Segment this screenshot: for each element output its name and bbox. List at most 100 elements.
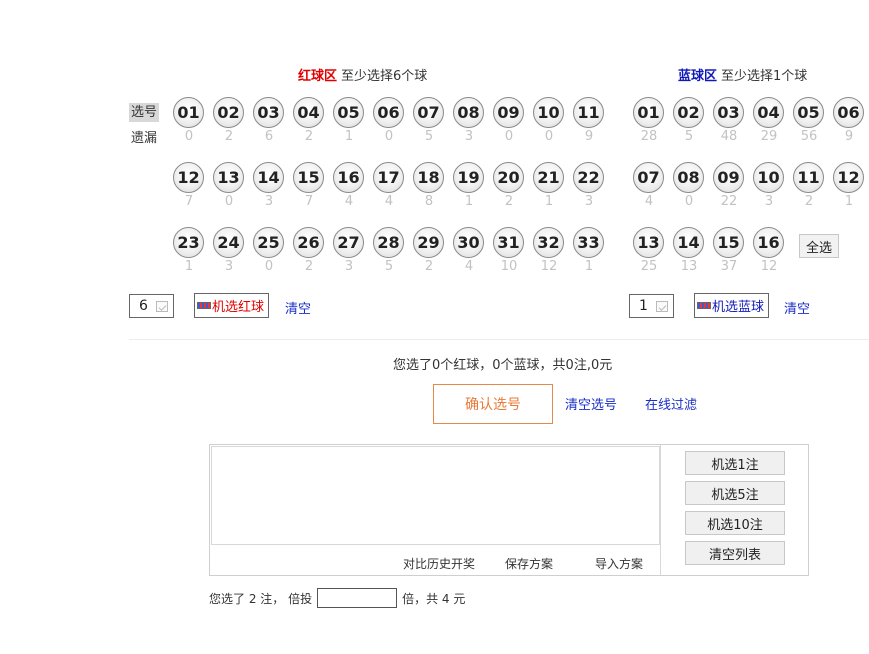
clear-selection-link[interactable]: 清空选号: [565, 394, 617, 413]
blue-miss-count: 22: [720, 194, 738, 209]
red-ball-25[interactable]: 25: [253, 227, 284, 258]
red-ball-21[interactable]: 21: [533, 162, 564, 193]
red-ball-12[interactable]: 12: [173, 162, 204, 193]
blue-ball-16[interactable]: 16: [753, 227, 784, 258]
multiplier-input[interactable]: [317, 588, 398, 608]
red-ball-04[interactable]: 04: [293, 97, 324, 128]
blue-miss-count: 56: [800, 129, 818, 144]
red-ball-11[interactable]: 11: [573, 97, 604, 128]
blue-ball-05[interactable]: 05: [793, 97, 824, 128]
random-red-button[interactable]: 机选红球: [194, 293, 270, 318]
red-ball-28[interactable]: 28: [373, 227, 404, 258]
clear-blue-link[interactable]: 清空: [784, 298, 810, 317]
red-ball-05[interactable]: 05: [333, 97, 364, 128]
blue-zone-hint: 至少选择1个球: [721, 69, 808, 84]
save-plan-link[interactable]: 保存方案: [505, 555, 553, 572]
red-ball-10[interactable]: 10: [533, 97, 564, 128]
divider: [129, 339, 869, 340]
red-ball-01[interactable]: 01: [173, 97, 204, 128]
red-zone-hint: 至少选择6个球: [341, 69, 428, 84]
red-miss-count: 1: [344, 129, 354, 144]
red-ball-26[interactable]: 26: [293, 227, 324, 258]
blue-miss-count: 2: [804, 194, 814, 209]
red-ball-item: 01 0: [173, 97, 205, 144]
blue-ball-item: 14 13: [673, 227, 705, 274]
red-miss-count: 5: [384, 259, 394, 274]
red-miss-count: 8: [424, 194, 434, 209]
red-ball-02[interactable]: 02: [213, 97, 244, 128]
red-ball-33[interactable]: 33: [573, 227, 604, 258]
red-ball-30[interactable]: 30: [453, 227, 484, 258]
red-ball-20[interactable]: 20: [493, 162, 524, 193]
clear-red-link[interactable]: 清空: [285, 298, 311, 317]
red-ball-item: 16 4: [333, 162, 365, 209]
bet-list-area[interactable]: [211, 446, 660, 545]
red-miss-count: 4: [464, 259, 474, 274]
random-5-bets-button[interactable]: 机选5注: [685, 481, 785, 505]
blue-ball-item: 11 2: [793, 162, 825, 209]
red-ball-07[interactable]: 07: [413, 97, 444, 128]
red-ball-27[interactable]: 27: [333, 227, 364, 258]
blue-ball-06[interactable]: 06: [833, 97, 864, 128]
bet-list-panel: 对比历史开奖 保存方案 导入方案 机选1注 机选5注 机选10注 清空列表: [209, 444, 809, 576]
miss-count-label: 遗漏: [130, 131, 157, 146]
blue-miss-count: 5: [684, 129, 694, 144]
import-plan-link[interactable]: 导入方案: [595, 555, 643, 572]
blue-ball-04[interactable]: 04: [753, 97, 784, 128]
red-ball-item: 30 4: [453, 227, 485, 274]
red-ball-18[interactable]: 18: [413, 162, 444, 193]
blue-ball-12[interactable]: 12: [833, 162, 864, 193]
red-ball-17[interactable]: 17: [373, 162, 404, 193]
red-ball-item: 17 4: [373, 162, 405, 209]
random-1-bet-button[interactable]: 机选1注: [685, 451, 785, 475]
red-ball-06[interactable]: 06: [373, 97, 404, 128]
red-ball-23[interactable]: 23: [173, 227, 204, 258]
blue-ball-01[interactable]: 01: [633, 97, 664, 128]
red-ball-03[interactable]: 03: [253, 97, 284, 128]
blue-ball-15[interactable]: 15: [713, 227, 744, 258]
confirm-selection-button[interactable]: 确认选号: [433, 384, 553, 424]
red-ball-19[interactable]: 19: [453, 162, 484, 193]
random-blue-button[interactable]: 机选蓝球: [694, 293, 770, 318]
select-number-label: 选号: [129, 103, 159, 122]
red-ball-13[interactable]: 13: [213, 162, 244, 193]
compare-history-link[interactable]: 对比历史开奖: [403, 555, 475, 572]
blue-ball-13[interactable]: 13: [633, 227, 664, 258]
red-ball-15[interactable]: 15: [293, 162, 324, 193]
red-zone-header: 红球区 至少选择6个球: [298, 65, 427, 84]
random-10-bets-button[interactable]: 机选10注: [685, 511, 785, 535]
blue-ball-02[interactable]: 02: [673, 97, 704, 128]
blue-miss-count: 4: [644, 194, 654, 209]
red-ball-item: 27 3: [333, 227, 365, 274]
red-ball-24[interactable]: 24: [213, 227, 244, 258]
red-ball-22[interactable]: 22: [573, 162, 604, 193]
select-all-blue-button[interactable]: 全选: [799, 234, 839, 258]
blue-ball-item: 09 22: [713, 162, 745, 209]
clear-list-button[interactable]: 清空列表: [685, 541, 785, 565]
blue-ball-10[interactable]: 10: [753, 162, 784, 193]
blue-ball-08[interactable]: 08: [673, 162, 704, 193]
blue-ball-03[interactable]: 03: [713, 97, 744, 128]
red-ball-item: 15 7: [293, 162, 325, 209]
blue-ball-07[interactable]: 07: [633, 162, 664, 193]
red-count-value: 6: [139, 298, 148, 314]
red-ball-31[interactable]: 31: [493, 227, 524, 258]
red-miss-count: 0: [504, 129, 514, 144]
red-miss-count: 2: [504, 194, 514, 209]
red-ball-09[interactable]: 09: [493, 97, 524, 128]
bet-multiplier-line: 您选了 2 注， 倍投 倍，共 4 元: [209, 588, 465, 608]
blue-ball-11[interactable]: 11: [793, 162, 824, 193]
blue-ball-14[interactable]: 14: [673, 227, 704, 258]
red-ball-16[interactable]: 16: [333, 162, 364, 193]
red-miss-count: 5: [424, 129, 434, 144]
online-filter-link[interactable]: 在线过滤: [645, 394, 697, 413]
blue-ball-item: 06 9: [833, 97, 865, 144]
red-ball-14[interactable]: 14: [253, 162, 284, 193]
blue-ball-09[interactable]: 09: [713, 162, 744, 193]
red-ball-29[interactable]: 29: [413, 227, 444, 258]
red-ball-08[interactable]: 08: [453, 97, 484, 128]
blue-ball-item: 01 28: [633, 97, 665, 144]
red-ball-32[interactable]: 32: [533, 227, 564, 258]
red-count-select[interactable]: 6: [129, 294, 174, 318]
blue-count-select[interactable]: 1: [629, 294, 674, 318]
